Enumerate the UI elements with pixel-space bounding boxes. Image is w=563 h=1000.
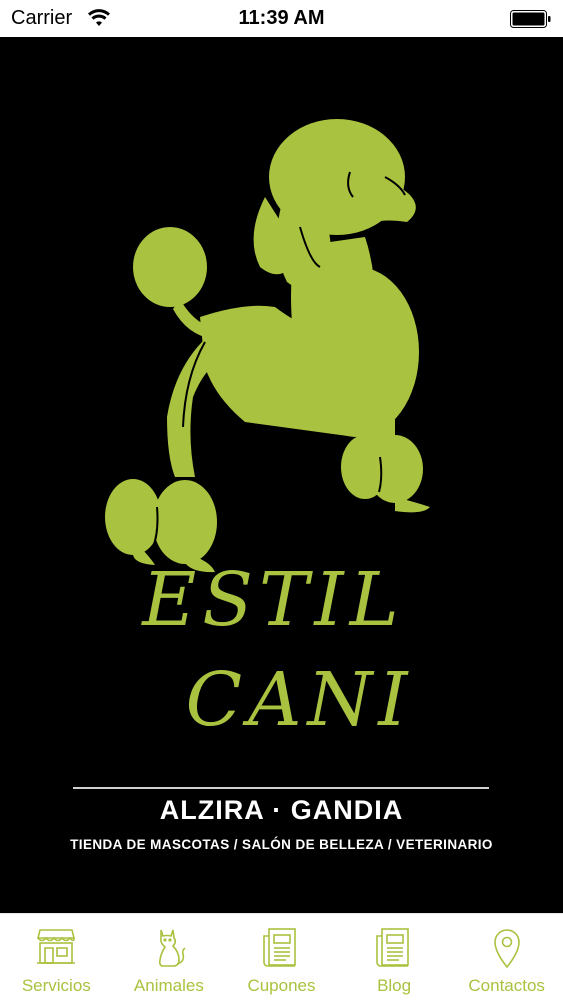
cat-icon [158,929,186,967]
newspaper-icon [376,928,409,967]
tab-blog[interactable]: Blog [338,914,451,1000]
poodle-logo-icon [105,119,430,573]
splash-screen: ESTIL CANI ALZIRA · GANDIA TIENDA DE MAS… [0,37,563,913]
tab-bar: Servicios Animales Cupones Blog Contacto… [0,913,563,1000]
status-time: 11:39 AM [238,7,325,29]
tab-cupones[interactable]: Cupones [225,914,338,1000]
status-bar: Carrier 11:39 AM [0,0,563,37]
divider [73,787,489,789]
brand-name-line-1: ESTIL [142,557,405,643]
coupon-icon [263,928,297,967]
tab-contactos-label: Contactos [468,976,545,995]
tab-contactos[interactable]: Contactos [450,914,563,1000]
tab-cupones-label: Cupones [247,976,316,995]
map-pin-icon [493,929,520,969]
tab-blog-label: Blog [377,976,412,995]
battery-icon [510,10,551,28]
tagline-text: TIENDA DE MASCOTAS / SALÓN DE BELLEZA / … [70,837,493,852]
tab-animales-label: Animales [133,976,204,995]
tab-animales[interactable]: Animales [113,914,226,1000]
tab-servicios-label: Servicios [21,976,91,995]
app-screen: Carrier 11:39 AM ESTIL CANI ALZIRA · GAN… [0,0,563,1000]
locations-text: ALZIRA · GANDIA [159,795,404,825]
brand-name-line-2: CANI [185,657,414,743]
tab-servicios[interactable]: Servicios [0,914,113,1000]
storefront-icon [37,929,76,964]
